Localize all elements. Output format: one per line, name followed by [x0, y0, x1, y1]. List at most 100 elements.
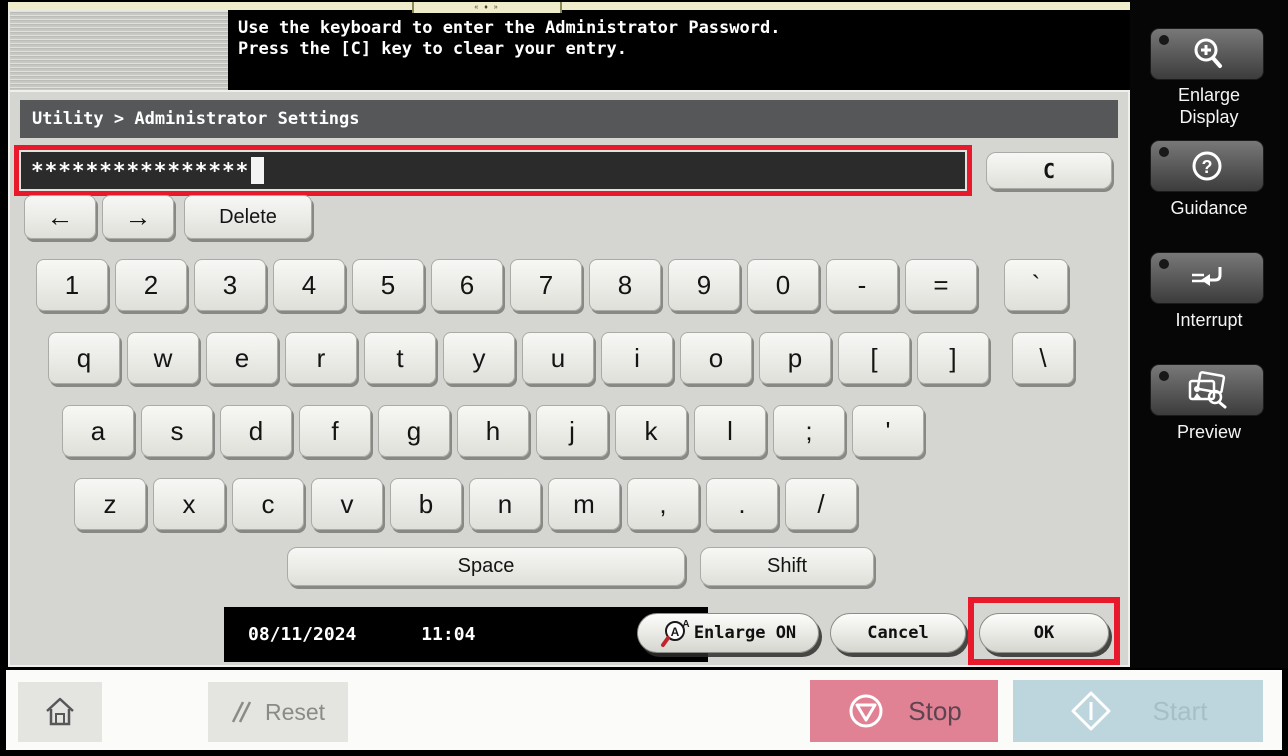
key-b[interactable]: b: [390, 478, 462, 530]
preview-button[interactable]: [1150, 364, 1264, 416]
key-5[interactable]: 5: [352, 259, 424, 311]
key-n[interactable]: n: [469, 478, 541, 530]
text-cursor: [251, 157, 264, 184]
keyboard-row-numbers: 1234567890-=: [36, 259, 977, 311]
key-z[interactable]: z: [74, 478, 146, 530]
interrupt-icon: [1187, 263, 1227, 293]
key-=[interactable]: =: [905, 259, 977, 311]
shift-key[interactable]: Shift: [700, 547, 874, 586]
stop-icon: [846, 691, 886, 731]
key-r[interactable]: r: [285, 332, 357, 384]
key-d[interactable]: d: [220, 405, 292, 457]
key-m[interactable]: m: [548, 478, 620, 530]
key-9[interactable]: 9: [668, 259, 740, 311]
start-button[interactable]: Start: [1013, 680, 1263, 742]
key-e[interactable]: e: [206, 332, 278, 384]
key-'[interactable]: ': [852, 405, 924, 457]
key-t[interactable]: t: [364, 332, 436, 384]
cursor-right-key[interactable]: →: [102, 195, 174, 239]
key-c[interactable]: c: [232, 478, 304, 530]
delete-key[interactable]: Delete: [184, 195, 312, 239]
key-k[interactable]: k: [615, 405, 687, 457]
indicator-led: [1159, 371, 1169, 381]
key-,[interactable]: ,: [627, 478, 699, 530]
indicator-led: [1159, 259, 1169, 269]
space-key[interactable]: Space: [287, 547, 685, 586]
password-field-highlight: ****************: [14, 145, 972, 196]
cursor-left-key[interactable]: ←: [24, 195, 96, 239]
key-backtick[interactable]: `: [1004, 259, 1068, 311]
enlarge-display-label: Enlarge Display: [1130, 84, 1288, 128]
right-sidebar: Enlarge Display ? Guidance Interrupt Pre…: [1130, 0, 1288, 668]
key-o[interactable]: o: [680, 332, 752, 384]
key-4[interactable]: 4: [273, 259, 345, 311]
key-q[interactable]: q: [48, 332, 120, 384]
svg-text:?: ?: [1202, 157, 1213, 177]
key-x[interactable]: x: [153, 478, 225, 530]
home-button[interactable]: [18, 682, 102, 742]
key-h[interactable]: h: [457, 405, 529, 457]
enlarge-on-button[interactable]: A A Enlarge ON: [637, 613, 819, 653]
key-;[interactable]: ;: [773, 405, 845, 457]
start-label: Start: [1153, 696, 1208, 727]
reset-label: Reset: [265, 699, 325, 726]
keyboard-row-bottom: zxcvbnm,./: [74, 478, 857, 530]
key-u[interactable]: u: [522, 332, 594, 384]
key-i[interactable]: i: [601, 332, 673, 384]
key-0[interactable]: 0: [747, 259, 819, 311]
guidance-label: Guidance: [1130, 197, 1288, 219]
svg-text:A: A: [682, 619, 689, 630]
preview-label: Preview: [1130, 421, 1288, 443]
key-8[interactable]: 8: [589, 259, 661, 311]
key-2[interactable]: 2: [115, 259, 187, 311]
screen-top-strip: [8, 2, 1130, 10]
key-v[interactable]: v: [311, 478, 383, 530]
key-[[interactable]: [: [838, 332, 910, 384]
indicator-led: [1159, 147, 1169, 157]
key-s[interactable]: s: [141, 405, 213, 457]
keyboard-row-home: asdfghjkl;': [62, 405, 924, 457]
key-3[interactable]: 3: [194, 259, 266, 311]
key-.[interactable]: .: [706, 478, 778, 530]
reset-button[interactable]: Reset: [208, 682, 348, 742]
question-circle-icon: ?: [1187, 146, 1227, 186]
enlarge-display-button[interactable]: [1150, 28, 1264, 80]
message-line-1: Use the keyboard to enter the Administra…: [238, 18, 1130, 39]
clear-key[interactable]: C: [986, 152, 1112, 189]
top-left-panel: [8, 10, 228, 90]
keyboard-row-qwerty: qwertyuiop[]: [48, 332, 989, 384]
key-6[interactable]: 6: [431, 259, 503, 311]
guidance-button[interactable]: ?: [1150, 140, 1264, 192]
ok-button[interactable]: OK: [979, 613, 1109, 653]
svg-text:A: A: [670, 625, 679, 639]
key-f[interactable]: f: [299, 405, 371, 457]
key-7[interactable]: 7: [510, 259, 582, 311]
key-l[interactable]: l: [694, 405, 766, 457]
ok-label: OK: [1034, 623, 1054, 643]
key-/[interactable]: /: [785, 478, 857, 530]
key-p[interactable]: p: [759, 332, 831, 384]
key-g[interactable]: g: [378, 405, 450, 457]
stop-label: Stop: [908, 696, 962, 727]
home-icon: [42, 694, 78, 730]
time-text: 11:04: [421, 624, 475, 645]
key-y[interactable]: y: [443, 332, 515, 384]
key-backslash[interactable]: \: [1012, 332, 1074, 384]
key--[interactable]: -: [826, 259, 898, 311]
password-input[interactable]: ****************: [19, 150, 967, 191]
message-area: Use the keyboard to enter the Administra…: [228, 10, 1130, 90]
interrupt-button[interactable]: [1150, 252, 1264, 304]
key-1[interactable]: 1: [36, 259, 108, 311]
key-a[interactable]: a: [62, 405, 134, 457]
indicator-led: [1159, 35, 1169, 45]
screen-tab-marker: « ♦ »: [412, 2, 562, 13]
key-j[interactable]: j: [536, 405, 608, 457]
key-w[interactable]: w: [127, 332, 199, 384]
cancel-label: Cancel: [867, 623, 928, 643]
cancel-button[interactable]: Cancel: [830, 613, 966, 653]
datetime-strip: 08/11/2024 11:04: [224, 607, 708, 662]
key-][interactable]: ]: [917, 332, 989, 384]
date-text: 08/11/2024: [248, 624, 356, 645]
message-line-2: Press the [C] key to clear your entry.: [238, 39, 1130, 60]
stop-button[interactable]: Stop: [810, 680, 998, 742]
